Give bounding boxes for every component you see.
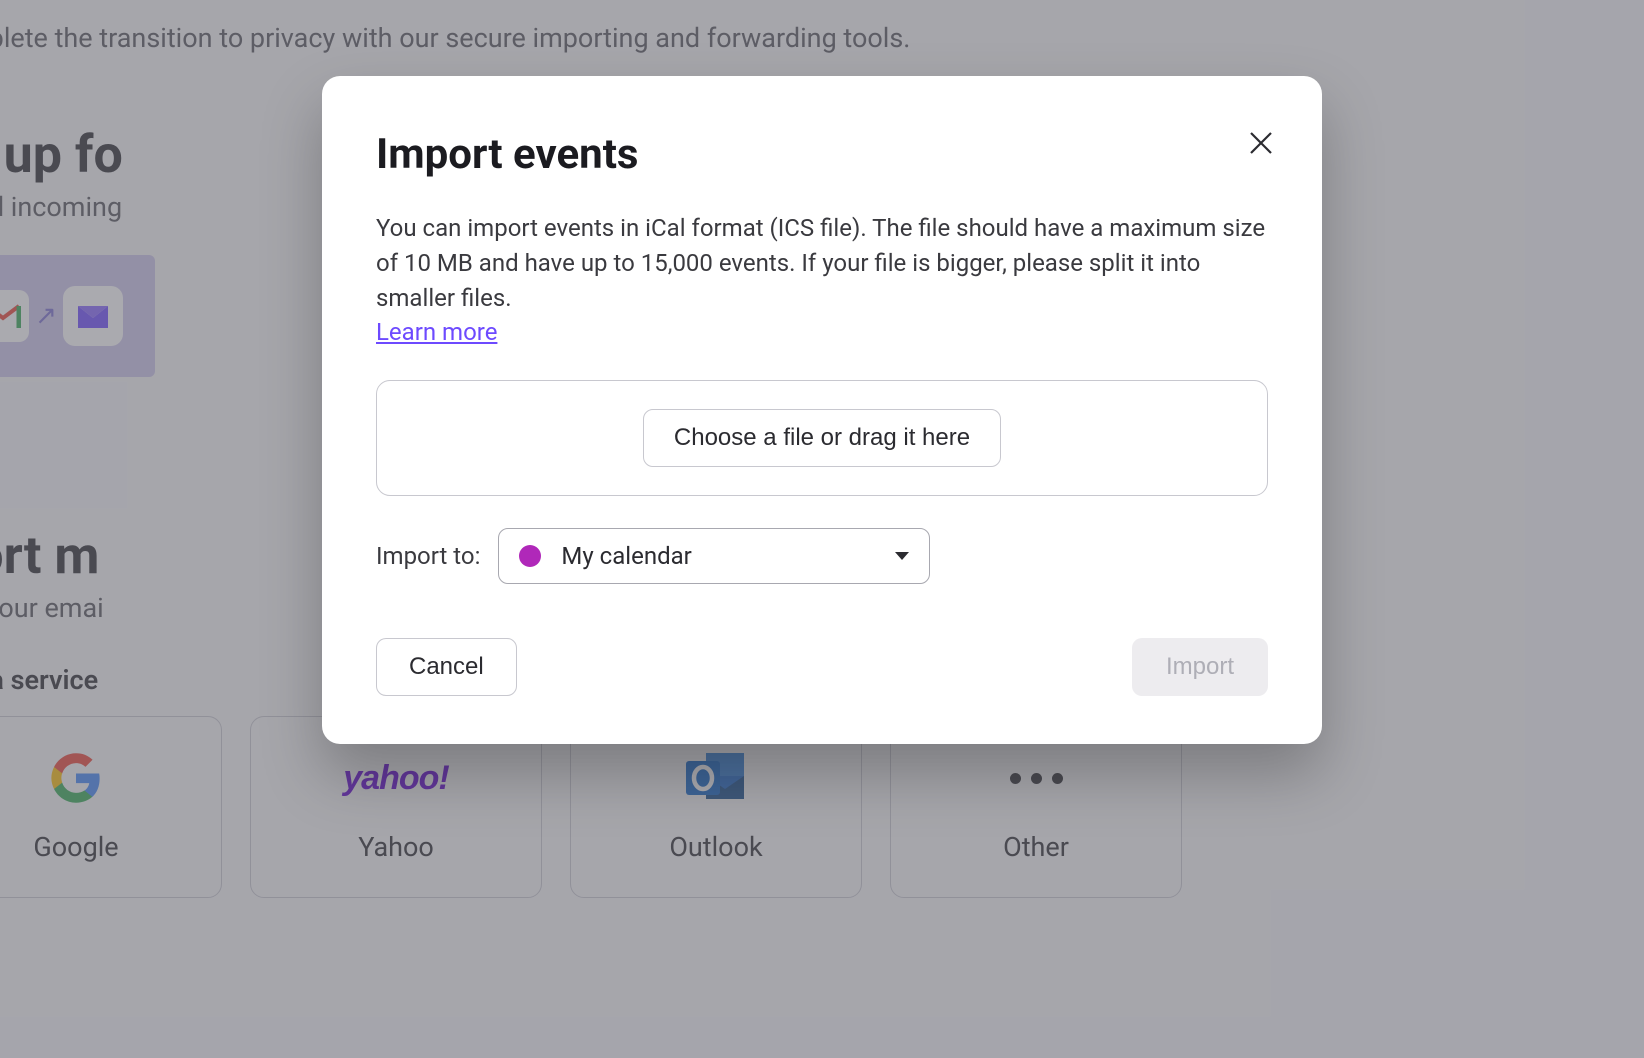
cancel-button[interactable]: Cancel <box>376 638 517 696</box>
close-icon <box>1248 130 1274 156</box>
close-button[interactable] <box>1244 126 1278 163</box>
modal-title: Import events <box>376 130 638 179</box>
file-dropzone[interactable]: Choose a file or drag it here <box>376 380 1268 496</box>
import-button[interactable]: Import <box>1132 638 1268 696</box>
import-events-modal: Import events You can import events in i… <box>322 76 1322 744</box>
learn-more-link[interactable]: Learn more <box>376 315 497 350</box>
import-to-label: Import to: <box>376 542 480 570</box>
modal-overlay: Import events You can import events in i… <box>0 0 1644 1058</box>
chevron-down-icon <box>895 552 909 560</box>
calendar-color-dot <box>519 545 541 567</box>
modal-description: You can import events in iCal format (IC… <box>376 211 1268 350</box>
choose-file-button[interactable]: Choose a file or drag it here <box>643 409 1001 467</box>
calendar-select-value: My calendar <box>561 542 691 570</box>
calendar-select[interactable]: My calendar <box>498 528 930 584</box>
